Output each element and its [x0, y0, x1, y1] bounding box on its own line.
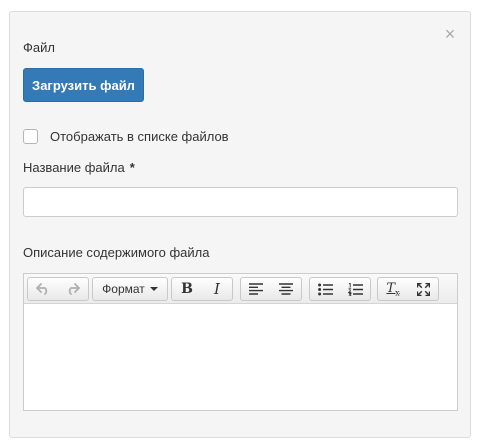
list-group — [309, 277, 371, 301]
undo-icon[interactable] — [28, 278, 58, 300]
align-center-icon[interactable] — [271, 278, 301, 300]
italic-button[interactable]: I — [202, 278, 232, 300]
fullscreen-icon[interactable] — [408, 278, 438, 300]
text-style-group: B I — [171, 277, 233, 301]
file-name-input[interactable] — [23, 187, 458, 217]
show-in-list-label[interactable]: Отображать в списке файлов — [50, 129, 229, 144]
align-left-icon[interactable] — [241, 278, 271, 300]
file-label: Файл — [23, 40, 55, 55]
editor-content-area[interactable] — [24, 304, 457, 410]
show-in-list-checkbox[interactable] — [23, 129, 38, 144]
upload-file-button[interactable]: Загрузить файл — [23, 68, 144, 102]
bold-icon: B — [181, 281, 193, 297]
file-name-label-text: Название файла — [23, 160, 125, 175]
clear-format-button[interactable]: Tx — [378, 278, 408, 300]
close-icon[interactable]: × — [442, 25, 458, 43]
alignment-group — [240, 277, 302, 301]
clear-format-glyph: T — [386, 280, 396, 296]
chevron-down-icon — [149, 287, 158, 291]
editor-toolbar: Формат B I Tx — [24, 274, 457, 304]
format-dropdown-label: Формат — [102, 282, 145, 296]
clear-format-sub: x — [395, 288, 400, 298]
history-group — [27, 277, 89, 301]
utility-group: Tx — [377, 277, 439, 301]
format-group: Формат — [92, 277, 168, 301]
redo-icon[interactable] — [58, 278, 88, 300]
numbered-list-icon[interactable] — [340, 278, 370, 300]
upload-file-dialog: × Файл Загрузить файл Отображать в списк… — [9, 11, 471, 438]
italic-icon: I — [214, 280, 220, 298]
required-marker: * — [129, 160, 135, 175]
description-label: Описание содержимого файла — [23, 245, 210, 260]
bullet-list-icon[interactable] — [310, 278, 340, 300]
bold-button[interactable]: B — [172, 278, 202, 300]
show-in-list-row: Отображать в списке файлов — [23, 129, 229, 144]
rich-text-editor: Формат B I Tx — [23, 273, 458, 411]
file-name-label: Название файла * — [23, 160, 135, 175]
clear-format-icon: Tx — [386, 281, 399, 298]
format-dropdown[interactable]: Формат — [93, 278, 167, 300]
